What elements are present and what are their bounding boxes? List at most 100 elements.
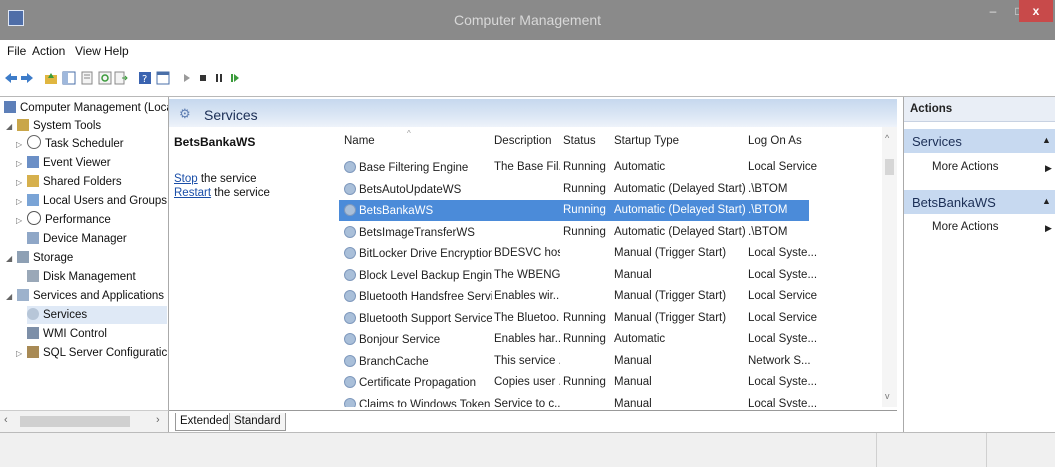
tree-item-performance[interactable]: ▷ Performance: [16, 211, 111, 229]
tree-item-shared-folders[interactable]: ▷ Shared Folders: [16, 173, 122, 191]
event-viewer-icon: [27, 156, 39, 168]
minimize-button[interactable]: –: [979, 0, 1007, 22]
actions-group-services[interactable]: Services ▲: [904, 129, 1055, 153]
column-header-log-on-as[interactable]: Log On As: [748, 135, 802, 147]
service-row[interactable]: Claims to Windows Token S...Service to c…: [339, 394, 817, 407]
close-button[interactable]: x: [1019, 0, 1053, 22]
status-bar: [0, 432, 1055, 467]
service-row[interactable]: BranchCache This service ... Manual Network…: [339, 351, 811, 372]
expanded-chevron-icon[interactable]: ◢: [6, 250, 14, 268]
service-gear-icon: [344, 247, 356, 259]
column-header-description[interactable]: Description: [494, 135, 552, 147]
column-header-status[interactable]: Status: [563, 135, 596, 147]
menu-file[interactable]: File: [7, 44, 26, 58]
actions-group-selected-service[interactable]: BetsBankaWS ▲: [904, 190, 1055, 214]
service-row[interactable]: Base Filtering Engine The Base Fil...Runn…: [339, 157, 817, 178]
menu-help[interactable]: Help: [104, 44, 129, 58]
properties-icon[interactable]: [80, 71, 94, 85]
help-icon[interactable]: ?: [138, 71, 152, 85]
tree-item-task-scheduler[interactable]: ▷ Task Scheduler: [16, 135, 124, 153]
scroll-left-icon[interactable]: ‹: [4, 414, 8, 426]
tree-item-device-manager[interactable]: Device Manager: [27, 230, 127, 248]
service-row[interactable]: Bluetooth Support Service The Bluetoo... R…: [339, 308, 817, 329]
service-status-cell: Running: [563, 311, 606, 324]
forward-arrow-icon[interactable]: [20, 71, 34, 85]
service-gear-icon: [344, 182, 356, 195]
tree-item-event-viewer[interactable]: ▷ Event Viewer: [16, 154, 111, 172]
back-arrow-icon[interactable]: [4, 71, 18, 85]
service-row[interactable]: BetsAutoUpdateWS Running Automatic (Delaye…: [339, 179, 809, 200]
service-description-cell: This service ...: [494, 354, 560, 367]
service-name-cell: Bonjour Service: [344, 333, 492, 346]
export-list-icon[interactable]: [114, 71, 128, 85]
collapsed-chevron-icon[interactable]: ▷: [16, 193, 24, 211]
tree-item-services[interactable]: Services: [27, 306, 167, 324]
menu-action[interactable]: Action: [32, 44, 65, 58]
service-log-on-as-cell: Local Service: [748, 311, 818, 324]
tree-item-sql-server-configuration[interactable]: ▷ SQL Server Configuratic: [16, 344, 167, 362]
scrollbar-thumb[interactable]: [20, 416, 130, 427]
service-row[interactable]: Block Level Backup Engine ...The WBENG..…: [339, 265, 817, 286]
scroll-up-icon[interactable]: ^: [885, 133, 889, 143]
show-hide-tree-icon[interactable]: [62, 71, 76, 85]
scroll-down-icon[interactable]: v: [885, 391, 890, 401]
tree-item-local-users-groups[interactable]: ▷ Local Users and Groups: [16, 192, 167, 210]
collapsed-chevron-icon[interactable]: ▷: [16, 212, 24, 230]
service-log-on-as-cell: Local Syste...: [748, 268, 818, 281]
actions-group-services-label: Services: [912, 134, 962, 149]
tree-item-services-applications[interactable]: ◢ Services and Applications: [6, 287, 164, 305]
tree-item-wmi-control[interactable]: WMI Control: [27, 325, 107, 343]
restart-service-icon[interactable]: [228, 71, 242, 85]
start-service-icon[interactable]: [180, 71, 194, 85]
service-row[interactable]: Certificate Propagation Copies user ...Ru…: [339, 372, 817, 393]
collapsed-chevron-icon[interactable]: ▷: [16, 174, 24, 192]
service-row[interactable]: BetsBankaWS Running Automatic (Delayed Sta…: [339, 200, 809, 221]
menu-view[interactable]: View: [75, 44, 101, 58]
console-view-icon[interactable]: [156, 71, 170, 85]
collapsed-chevron-icon[interactable]: ▷: [16, 345, 24, 363]
tab-standard[interactable]: Standard: [229, 413, 286, 431]
stop-service-link-line: Stop the service: [174, 173, 256, 185]
tree-item-computer-management[interactable]: Computer Management (Local: [4, 99, 168, 117]
scrollbar-thumb[interactable]: [885, 159, 894, 175]
more-actions-services[interactable]: More Actions: [932, 161, 998, 173]
service-row[interactable]: BitLocker Drive Encryption ...BDESVC hos…: [339, 243, 817, 264]
column-header-startup-type[interactable]: Startup Type: [614, 135, 679, 147]
service-row[interactable]: BetsImageTransferWS Running Automatic (Del…: [339, 222, 809, 243]
services-vertical-scrollbar[interactable]: ^ v: [882, 127, 897, 407]
service-row[interactable]: Bluetooth Handsfree Service Enables wir..…: [339, 286, 817, 307]
sql-server-icon: [27, 346, 39, 358]
service-name-text: Block Level Backup Engine ...: [359, 269, 492, 282]
service-description-cell: BDESVC hos...: [494, 247, 560, 259]
stop-service-link[interactable]: Stop: [174, 173, 198, 185]
service-row[interactable]: Bonjour Service Enables har... Running Auto…: [339, 329, 817, 350]
up-folder-icon[interactable]: [44, 71, 58, 85]
submenu-arrow-icon[interactable]: ▶: [1045, 223, 1052, 234]
scroll-right-icon[interactable]: ›: [156, 414, 160, 426]
tree-horizontal-scrollbar[interactable]: ‹ ›: [0, 410, 169, 433]
expanded-chevron-icon[interactable]: ◢: [6, 118, 14, 136]
more-actions-selected-service[interactable]: More Actions: [932, 221, 998, 233]
expanded-chevron-icon[interactable]: ◢: [6, 288, 14, 306]
service-name-cell: Claims to Windows Token S...: [344, 397, 492, 407]
service-name-cell: Bluetooth Handsfree Service: [344, 290, 492, 303]
pause-service-icon[interactable]: [212, 71, 226, 85]
tab-extended[interactable]: Extended: [175, 413, 234, 431]
clock-icon: [27, 135, 41, 149]
restart-service-link[interactable]: Restart: [174, 187, 211, 199]
collapsed-chevron-icon[interactable]: ▷: [16, 155, 24, 173]
submenu-arrow-icon[interactable]: ▶: [1045, 163, 1052, 174]
column-header-name[interactable]: Name: [344, 135, 375, 147]
tree-item-storage[interactable]: ◢ Storage: [6, 249, 73, 267]
collapse-up-icon[interactable]: ▲: [1042, 196, 1051, 206]
tree-item-disk-management[interactable]: Disk Management: [27, 268, 136, 286]
service-name-text: BitLocker Drive Encryption ...: [359, 248, 492, 260]
stop-service-icon[interactable]: [196, 71, 210, 85]
tree-item-system-tools[interactable]: ◢ System Tools: [6, 117, 101, 135]
restart-service-link-line: Restart the service: [174, 187, 270, 199]
collapse-up-icon[interactable]: ▲: [1042, 135, 1051, 145]
refresh-icon[interactable]: [98, 71, 112, 85]
service-log-on-as-cell: .\BTOM: [748, 204, 788, 216]
service-name-cell: Base Filtering Engine: [344, 161, 492, 174]
collapsed-chevron-icon[interactable]: ▷: [16, 136, 24, 154]
